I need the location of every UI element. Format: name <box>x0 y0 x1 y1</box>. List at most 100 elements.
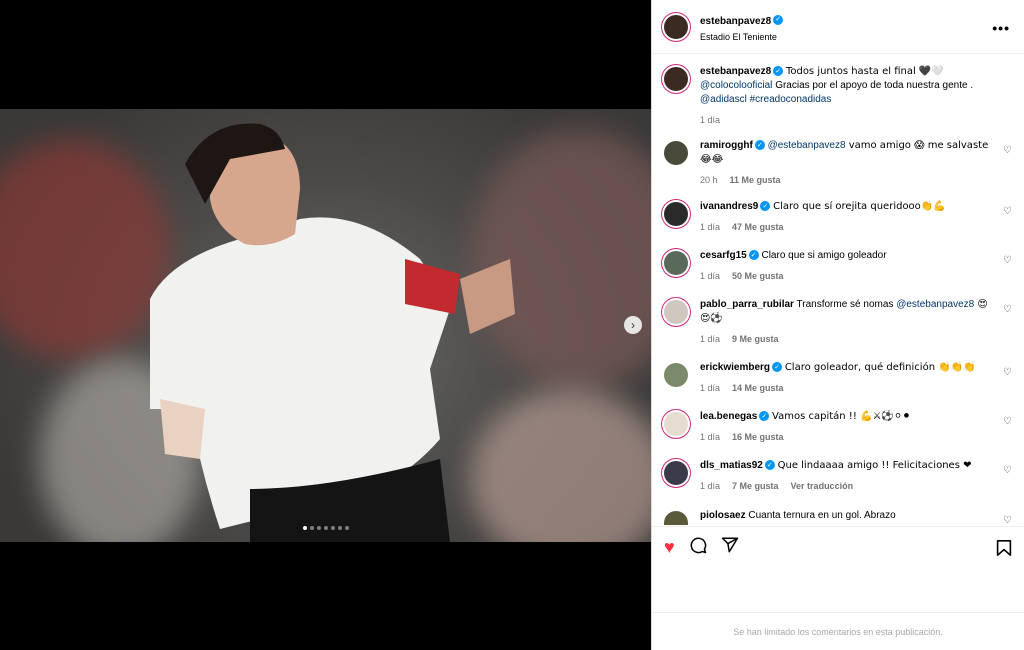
verified-icon: ✓ <box>748 250 759 261</box>
comment-time: 1 día <box>700 432 721 442</box>
like-button[interactable]: ♥ <box>664 538 675 556</box>
carousel-dot <box>302 526 307 530</box>
next-image-button[interactable]: › <box>624 316 642 334</box>
carousel-dot <box>316 526 321 530</box>
comment: ramirogghf ✓ @estebanpavez8 vamo amigo 😱 … <box>664 139 1014 187</box>
caption-username[interactable]: estebanpavez8 <box>700 66 771 77</box>
comment: pablo_parra_rubilar Transforme sé nomas … <box>664 298 1014 346</box>
comment-text: 😂😂 <box>700 154 724 165</box>
comments-limited-notice: Se han limitado los comentarios en esta … <box>652 612 1024 650</box>
player-figure <box>150 123 515 542</box>
caption-text: Todos juntos hasta el final 🖤🤍 <box>785 66 944 77</box>
caption-text: Gracias por el apoyo de toda nuestra gen… <box>772 80 974 91</box>
comment: ivanandres9 ✓ Claro que sí orejita querid… <box>664 200 1014 234</box>
comment-likes[interactable]: 14 Me gusta <box>732 383 784 393</box>
verified-icon: ✓ <box>764 460 775 471</box>
caption-time: 1 día <box>700 115 721 125</box>
comment-username[interactable]: cesarfg15 <box>700 250 747 261</box>
like-comment-icon[interactable]: ♡ <box>1003 367 1012 378</box>
comment-text: 😍 <box>974 299 988 310</box>
verified-icon: ✓ <box>772 362 783 373</box>
comment-icon[interactable] <box>689 536 707 557</box>
comment-likes[interactable]: 16 Me gusta <box>732 432 784 442</box>
post-media: › <box>0 0 651 650</box>
comment: erickwiemberg ✓ Claro goleador, qué defin… <box>664 361 1014 395</box>
comment-likes[interactable]: 9 Me gusta <box>732 334 779 344</box>
carousel-dots <box>0 526 651 530</box>
like-comment-icon[interactable]: ♡ <box>1003 255 1012 266</box>
post-username[interactable]: estebanpavez8 <box>700 16 771 27</box>
comment-text: Claro goleador, qué definición 👏👏👏 <box>784 362 976 373</box>
comment-likes[interactable]: 11 Me gusta <box>730 175 781 185</box>
like-comment-icon[interactable]: ♡ <box>1003 206 1012 217</box>
comment-text: Claro que sí orejita queridooo👏💪 <box>773 201 946 212</box>
comment-text: Cuanta ternura en un gol. Abrazo <box>748 510 896 521</box>
comment-time: 1 día <box>700 481 721 491</box>
comment-username[interactable]: piolosaez <box>700 510 746 521</box>
carousel-dot <box>344 526 349 530</box>
carousel-dot <box>330 526 335 530</box>
comment-username[interactable]: erickwiemberg <box>700 362 770 373</box>
comment-text: vamo amigo 😱 me salvaste <box>845 140 989 151</box>
caption-hashtag[interactable]: #creadoconadidas <box>750 94 832 105</box>
verified-icon: ✓ <box>773 66 784 77</box>
comment-mention[interactable]: @estebanpavez8 <box>896 299 974 310</box>
see-translation-link[interactable]: Ver traducción <box>791 481 854 491</box>
avatar[interactable] <box>664 511 688 525</box>
like-comment-icon[interactable]: ♡ <box>1003 145 1012 156</box>
comment-likes[interactable]: 7 Me gusta <box>732 481 779 491</box>
post-photo[interactable] <box>0 109 651 542</box>
verified-icon: ✓ <box>759 411 770 422</box>
avatar[interactable] <box>664 14 688 39</box>
verified-icon: ✓ <box>760 201 771 212</box>
share-icon[interactable] <box>721 536 739 557</box>
comment-username[interactable]: pablo_parra_rubilar <box>700 299 794 310</box>
comment: cesarfg15 ✓ Claro que si amigo goleador 1… <box>664 249 1014 283</box>
instagram-post: › estebanpavez8 ✓ Estadio El Teniente ••• <box>0 0 1024 650</box>
verified-icon: ✓ <box>754 140 765 151</box>
like-comment-icon[interactable]: ♡ <box>1003 416 1012 427</box>
comment: lea.benegas ✓ Vamos capitán !! 💪⚔⚽⚪⚫ 1 dí… <box>664 410 1014 444</box>
caption-mention[interactable]: @adidascl <box>700 94 747 105</box>
avatar[interactable] <box>664 67 688 91</box>
verified-icon: ✓ <box>773 14 784 25</box>
chevron-right-icon: › <box>631 318 635 332</box>
comment-text: Vamos capitán !! 💪⚔⚽⚪⚫ <box>772 411 911 422</box>
like-comment-icon[interactable]: ♡ <box>1003 304 1012 315</box>
avatar[interactable] <box>664 251 688 275</box>
comment-time: 1 día <box>700 334 721 344</box>
caption: estebanpavez8 ✓ Todos juntos hasta el fin… <box>664 65 1014 127</box>
avatar[interactable] <box>664 202 688 226</box>
comment-mention[interactable]: @estebanpavez8 <box>768 140 846 151</box>
avatar[interactable] <box>664 300 688 324</box>
comment-username[interactable]: lea.benegas <box>700 411 757 422</box>
comment-likes[interactable]: 50 Me gusta <box>732 271 784 281</box>
like-comment-icon[interactable]: ♡ <box>1003 515 1012 525</box>
comment-username[interactable]: ivanandres9 <box>700 201 758 212</box>
avatar[interactable] <box>664 461 688 485</box>
comment-time: 1 día <box>700 271 721 281</box>
comment-username[interactable]: ramirogghf <box>700 140 753 151</box>
comment-text: Claro que si amigo goleador <box>761 250 887 261</box>
comment: piolosaez Cuanta ternura en un gol. Abra… <box>664 509 1014 525</box>
comment-text: Transforme sé nomas <box>796 299 897 310</box>
more-options-button[interactable]: ••• <box>992 20 1010 36</box>
comment-time: 20 h <box>700 175 718 185</box>
comment-time: 1 día <box>700 222 721 232</box>
post-location[interactable]: Estadio El Teniente <box>700 32 783 42</box>
carousel-dot <box>323 526 328 530</box>
comment-username[interactable]: dls_matias92 <box>700 460 763 471</box>
carousel-dot <box>337 526 342 530</box>
avatar[interactable] <box>664 141 688 165</box>
like-comment-icon[interactable]: ♡ <box>1003 465 1012 476</box>
avatar[interactable] <box>664 412 688 436</box>
caption-mention[interactable]: @colocolooficial <box>700 80 772 91</box>
bookmark-icon[interactable] <box>996 539 1012 562</box>
avatar[interactable] <box>664 363 688 387</box>
comment-likes[interactable]: 47 Me gusta <box>732 222 784 232</box>
post-header: estebanpavez8 ✓ Estadio El Teniente ••• <box>652 0 1024 54</box>
comments-list: estebanpavez8 ✓ Todos juntos hasta el fin… <box>652 55 1024 525</box>
post-sidebar: estebanpavez8 ✓ Estadio El Teniente ••• e… <box>651 0 1024 650</box>
action-bar: ♥ <box>652 526 1024 566</box>
comment-text: 😍⚽ <box>700 313 723 324</box>
